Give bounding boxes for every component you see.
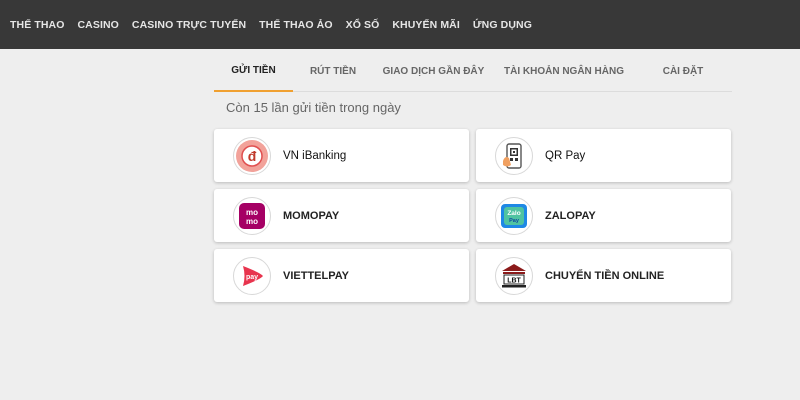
payment-method-viettelpay[interactable]: pay VIETTELPAY [214, 249, 469, 302]
bank-transfer-icon: LBT [495, 256, 533, 295]
svg-text:mo: mo [246, 217, 258, 226]
nav-virtual-sports[interactable]: THỂ THAO ẢO [259, 19, 332, 31]
vn-ibanking-icon: đ [233, 136, 271, 175]
svg-text:Pay: Pay [509, 218, 520, 224]
payment-method-label: MOMOPAY [283, 209, 340, 222]
svg-text:pay: pay [246, 274, 258, 281]
payment-method-label: CHUYỂN TIỀN ONLINE [545, 269, 665, 282]
momo-icon: mo mo [233, 196, 271, 235]
viettelpay-icon: pay [233, 256, 271, 295]
svg-text:mo: mo [246, 208, 258, 217]
zalopay-icon: Zalo Pay [495, 196, 533, 235]
tab-deposit[interactable]: GỬI TIỀN [214, 50, 293, 92]
payment-method-momopay[interactable]: mo mo MOMOPAY [214, 189, 469, 242]
tab-withdraw[interactable]: RÚT TIỀN [293, 50, 373, 92]
payment-method-zalopay[interactable]: Zalo Pay ZALOPAY [476, 189, 731, 242]
qr-pay-icon [495, 136, 533, 175]
payment-method-online-transfer[interactable]: LBT CHUYỂN TIỀN ONLINE [476, 249, 731, 302]
nav-casino[interactable]: CASINO [77, 19, 118, 31]
nav-lottery[interactable]: XỔ SỐ [346, 19, 380, 31]
top-navigation: THỂ THAO CASINO CASINO TRỰC TUYẾN THỂ TH… [0, 0, 800, 49]
payment-method-label: ZALOPAY [545, 209, 596, 222]
payment-method-label: VN iBanking [283, 149, 347, 162]
payment-method-label: QR Pay [545, 149, 586, 162]
nav-live-casino[interactable]: CASINO TRỰC TUYẾN [132, 19, 246, 31]
tab-settings[interactable]: CÀI ĐẶT [634, 50, 732, 92]
tab-recent-transactions[interactable]: GIAO DỊCH GẦN ĐÂY [373, 50, 494, 92]
payment-method-qr-pay[interactable]: QR Pay [476, 129, 731, 182]
account-tabs: GỬI TIỀN RÚT TIỀN GIAO DỊCH GẦN ĐÂY TÀI … [214, 50, 732, 92]
svg-text:LBT: LBT [507, 277, 521, 284]
svg-text:đ: đ [248, 148, 257, 164]
deposit-remaining-notice: Còn 15 lần gửi tiền trong ngày [226, 100, 401, 115]
nav-promotions[interactable]: KHUYẾN MÃI [392, 19, 460, 31]
svg-text:Zalo: Zalo [507, 210, 520, 217]
payment-method-vn-ibanking[interactable]: đ VN iBanking [214, 129, 469, 182]
tab-bank-accounts[interactable]: TÀI KHOẢN NGÂN HÀNG [494, 50, 634, 92]
nav-apps[interactable]: ỨNG DỤNG [473, 19, 532, 31]
payment-method-label: VIETTELPAY [283, 269, 350, 282]
nav-sports[interactable]: THỂ THAO [10, 19, 64, 31]
